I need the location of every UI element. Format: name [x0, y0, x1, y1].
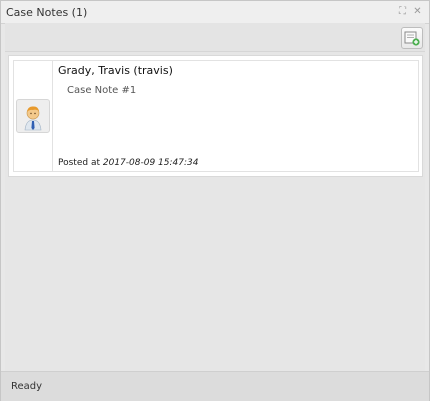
status-text: Ready [11, 381, 43, 392]
title-bar: Case Notes (1) ⛶ ✕ [1, 1, 429, 24]
toolbar [5, 23, 425, 52]
add-note-icon [404, 31, 420, 46]
case-notes-window: Case Notes (1) ⛶ ✕ Grady, Travis (travis… [0, 0, 430, 401]
note-posted: Posted at 2017-08-09 15:47:34 [58, 158, 198, 168]
note-author: Grady, Travis (travis) [58, 64, 173, 77]
close-icon[interactable]: ✕ [412, 6, 423, 17]
note-list: Grady, Travis (travis) Case Note #1 Post… [8, 55, 423, 177]
posted-time: 2017-08-09 15:47:34 [102, 158, 199, 168]
avatar-column [14, 61, 53, 171]
notes-panel: Grady, Travis (travis) Case Note #1 Post… [5, 52, 425, 371]
status-bar: Ready [1, 371, 429, 401]
note-text: Case Note #1 [67, 85, 137, 96]
note-item[interactable]: Grady, Travis (travis) Case Note #1 Post… [13, 60, 419, 172]
window-title: Case Notes (1) [6, 6, 88, 19]
add-note-button[interactable] [401, 27, 423, 49]
maximize-icon[interactable]: ⛶ [397, 6, 408, 17]
user-avatar-icon [16, 99, 50, 133]
posted-label: Posted at [58, 158, 100, 168]
